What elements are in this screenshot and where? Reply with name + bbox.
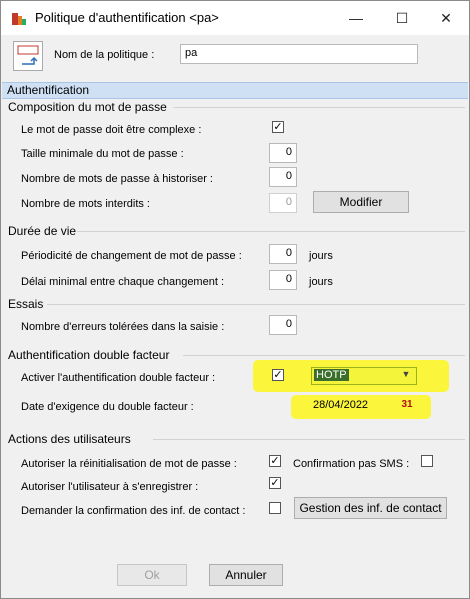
- check-icon: ✓: [270, 477, 280, 489]
- errors-input[interactable]: 0: [269, 315, 297, 335]
- 2fa-method-value: HOTP: [314, 369, 349, 381]
- section-header-authentification: Authentification: [2, 82, 468, 99]
- self-register-label: Autoriser l'utilisateur à s'enregistrer …: [21, 481, 199, 493]
- errors-label: Nombre d'erreurs tolérées dans la saisie…: [21, 321, 225, 333]
- group-divider: [173, 107, 465, 108]
- 2fa-date-value: 28/04/2022: [313, 399, 369, 411]
- history-input[interactable]: 0: [269, 167, 297, 187]
- enable-2fa-label: Activer l'authentification double facteu…: [21, 372, 216, 384]
- app-icon: [12, 13, 26, 25]
- history-label: Nombre de mots de passe à historiser :: [21, 173, 213, 185]
- complex-checkbox[interactable]: ✓: [272, 121, 284, 133]
- title-bar: Politique d'authentification <pa> — ☐ ✕: [1, 1, 469, 35]
- reset-password-checkbox[interactable]: ✓: [269, 455, 281, 467]
- chevron-down-icon: ▼: [401, 369, 411, 379]
- min-length-input[interactable]: 0: [269, 143, 297, 163]
- policy-icon: [13, 41, 43, 71]
- group-divider: [77, 231, 465, 232]
- policy-header: Nom de la politique : pa: [1, 35, 469, 81]
- group-divider: [47, 304, 465, 305]
- change-period-input[interactable]: 0: [269, 244, 297, 264]
- policy-name-label: Nom de la politique :: [54, 49, 155, 61]
- close-icon: ✕: [440, 9, 452, 26]
- maximize-icon: ☐: [395, 9, 409, 26]
- group-label-user-actions: Actions des utilisateurs: [8, 432, 131, 446]
- group-label-two-factor: Authentification double facteur: [8, 348, 170, 362]
- section-title: Authentification: [7, 83, 90, 97]
- close-button[interactable]: ✕: [423, 1, 469, 35]
- check-icon: ✓: [270, 455, 280, 467]
- change-period-unit: jours: [309, 250, 333, 262]
- enable-2fa-checkbox[interactable]: ✓: [272, 369, 284, 381]
- group-label-attempts: Essais: [8, 297, 44, 311]
- calendar-icon[interactable]: 31: [399, 399, 415, 413]
- min-delay-input[interactable]: 0: [269, 270, 297, 290]
- reset-password-label: Autoriser la réinitialisation de mot de …: [21, 458, 237, 470]
- check-icon: ✓: [273, 369, 283, 381]
- forbidden-words-label: Nombre de mots interdits :: [21, 198, 150, 210]
- check-icon: ✓: [273, 121, 283, 133]
- minimize-icon: —: [349, 10, 363, 26]
- complex-label: Le mot de passe doit être complexe :: [21, 124, 202, 136]
- self-register-checkbox[interactable]: ✓: [269, 477, 281, 489]
- sms-confirmation-label: Confirmation pas SMS :: [293, 458, 410, 470]
- confirm-contact-checkbox[interactable]: [269, 502, 281, 514]
- modify-button[interactable]: Modifier: [313, 191, 409, 213]
- 2fa-method-select[interactable]: HOTP ▼: [311, 367, 417, 385]
- dialog-window: Politique d'authentification <pa> — ☐ ✕ …: [0, 0, 470, 599]
- sms-confirmation-checkbox[interactable]: [421, 455, 433, 467]
- 2fa-date-input[interactable]: 28/04/2022 31: [311, 397, 417, 415]
- min-length-label: Taille minimale du mot de passe :: [21, 148, 184, 160]
- cancel-button[interactable]: Annuler: [209, 564, 283, 586]
- policy-name-input[interactable]: pa: [180, 44, 418, 64]
- group-divider: [153, 439, 465, 440]
- min-delay-unit: jours: [309, 276, 333, 288]
- min-delay-label: Délai minimal entre chaque changement :: [21, 276, 225, 288]
- window-title: Politique d'authentification <pa>: [35, 10, 219, 25]
- forbidden-words-input[interactable]: 0: [269, 193, 297, 213]
- ok-button[interactable]: Ok: [117, 564, 187, 586]
- group-label-lifetime: Durée de vie: [8, 224, 77, 238]
- group-label-password: Composition du mot de passe: [8, 100, 167, 114]
- contact-management-button[interactable]: Gestion des inf. de contact: [294, 497, 447, 519]
- confirm-contact-label: Demander la confirmation des inf. de con…: [21, 505, 246, 517]
- group-divider: [183, 355, 465, 356]
- maximize-button[interactable]: ☐: [379, 1, 425, 35]
- minimize-button[interactable]: —: [333, 1, 379, 35]
- 2fa-date-label: Date d'exigence du double facteur :: [21, 401, 194, 413]
- change-period-label: Périodicité de changement de mot de pass…: [21, 250, 242, 262]
